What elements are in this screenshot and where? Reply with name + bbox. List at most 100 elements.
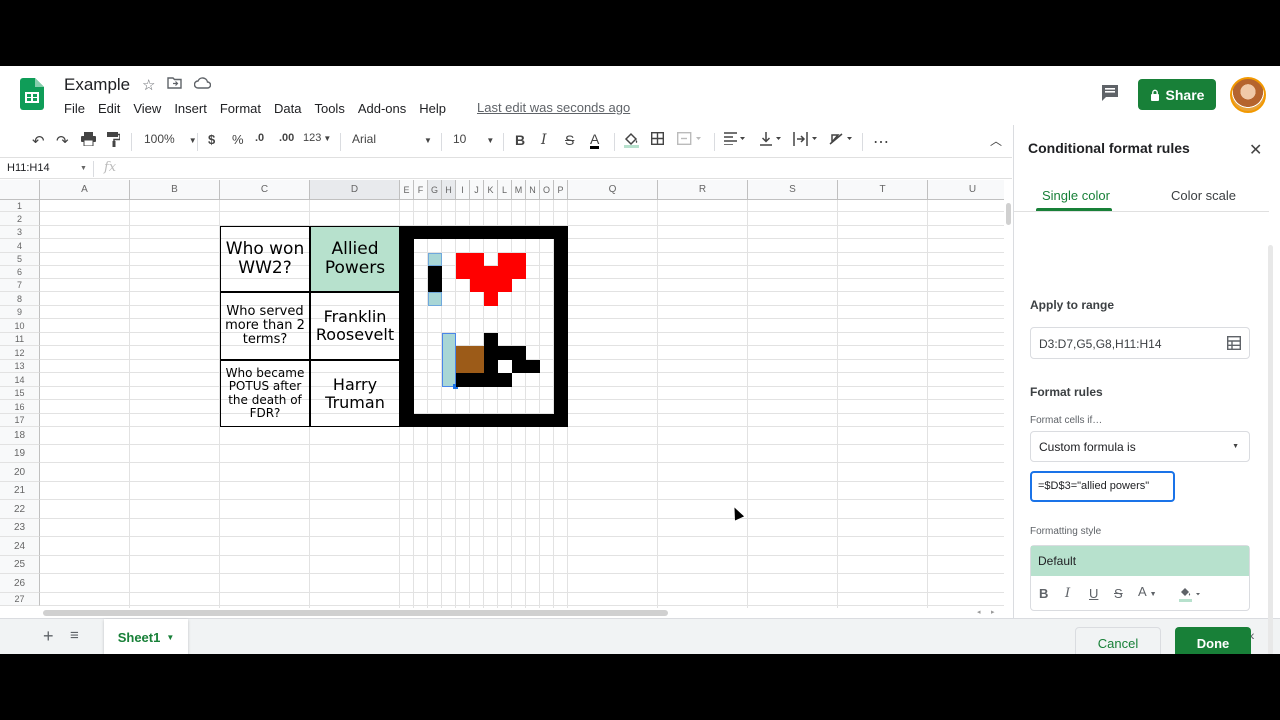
menu-data[interactable]: Data xyxy=(274,100,301,117)
all-sheets-icon[interactable]: ≡ xyxy=(70,627,79,644)
row-header[interactable]: 1 xyxy=(0,200,40,212)
menu-addons[interactable]: Add-ons xyxy=(358,100,406,117)
bold-icon[interactable]: B xyxy=(1039,586,1048,601)
font-family-select[interactable]: Arial ▼ xyxy=(352,132,432,146)
scroll-left-icon[interactable]: ◂ xyxy=(977,608,981,616)
row-header[interactable]: 26 xyxy=(0,574,40,593)
menu-view[interactable]: View xyxy=(133,100,161,117)
scroll-right-icon[interactable]: ▸ xyxy=(991,608,995,616)
column-header[interactable]: G xyxy=(428,180,442,200)
column-header[interactable]: Q xyxy=(568,180,658,200)
select-all-corner[interactable] xyxy=(0,180,40,200)
avatar[interactable] xyxy=(1230,77,1266,113)
row-header[interactable]: 25 xyxy=(0,556,40,574)
tab-single-color[interactable]: Single color xyxy=(1042,188,1110,203)
horizontal-align-icon[interactable] xyxy=(724,132,750,148)
star-icon[interactable]: ☆ xyxy=(142,76,155,94)
text-wrapping-icon[interactable] xyxy=(793,132,821,149)
chevron-down-icon[interactable]: ▼ xyxy=(80,165,87,172)
currency-format-button[interactable]: $ xyxy=(208,132,215,147)
row-header[interactable]: 13 xyxy=(0,360,40,373)
row-header[interactable]: 16 xyxy=(0,400,40,414)
decrease-decimal-button[interactable]: .0 xyxy=(255,132,264,144)
cell-c3[interactable]: Who won WW2? xyxy=(220,226,310,292)
column-header[interactable]: J xyxy=(470,180,484,200)
close-icon[interactable]: ✕ xyxy=(1249,140,1262,160)
cloud-saved-icon[interactable] xyxy=(193,76,212,93)
row-header[interactable]: 10 xyxy=(0,319,40,333)
percent-format-button[interactable]: % xyxy=(232,132,244,147)
collapse-menu-icon[interactable]: ︿ xyxy=(990,132,1002,149)
sheet-tab[interactable]: Sheet1 ▼ xyxy=(104,619,188,654)
cell-d8[interactable]: Franklin Roosevelt xyxy=(310,292,400,360)
menu-edit[interactable]: Edit xyxy=(98,100,120,117)
print-icon[interactable] xyxy=(81,132,96,149)
row-header[interactable]: 14 xyxy=(0,373,40,387)
custom-formula-input[interactable]: =$D$3="allied powers" xyxy=(1030,471,1175,502)
text-rotation-icon[interactable] xyxy=(829,132,857,149)
row-header[interactable]: 6 xyxy=(0,266,40,279)
move-folder-icon[interactable] xyxy=(167,76,182,93)
row-header[interactable]: 22 xyxy=(0,500,40,519)
bold-button[interactable]: B xyxy=(515,132,525,148)
column-header[interactable]: D xyxy=(310,180,400,200)
increase-decimal-button[interactable]: .00 xyxy=(279,132,294,144)
cell-c8[interactable]: Who served more than 2 terms? xyxy=(220,292,310,360)
menu-help[interactable]: Help xyxy=(419,100,446,117)
row-header[interactable]: 4 xyxy=(0,239,40,253)
add-sheet-icon[interactable]: + xyxy=(43,626,54,647)
range-input[interactable]: D3:D7,G5,G8,H11:H14 xyxy=(1030,327,1250,359)
fill-color-icon[interactable] xyxy=(1179,586,1205,602)
text-color-icon[interactable]: A ▼ xyxy=(1138,584,1157,599)
column-header[interactable]: N xyxy=(526,180,540,200)
italic-icon[interactable]: I xyxy=(1065,586,1070,601)
column-header[interactable]: M xyxy=(512,180,526,200)
style-preview[interactable]: Default xyxy=(1031,546,1249,576)
column-header[interactable]: U xyxy=(928,180,1004,200)
merge-cells-icon[interactable] xyxy=(676,131,703,148)
column-header[interactable]: P xyxy=(554,180,568,200)
spreadsheet-grid[interactable]: A B C D E F G H I J K L M N O P Q R S T U 1 2 3 4 5 6 7 8 9 10 11 12 13 14… xyxy=(0,180,1004,608)
cell-d3[interactable]: Allied Powers xyxy=(310,226,400,292)
column-header[interactable]: T xyxy=(838,180,928,200)
column-header[interactable]: A xyxy=(40,180,130,200)
sheets-logo-icon[interactable] xyxy=(20,78,44,110)
condition-select[interactable]: Custom formula is ▼ xyxy=(1030,431,1250,462)
row-header[interactable]: 20 xyxy=(0,463,40,482)
column-header[interactable]: L xyxy=(498,180,512,200)
paint-format-icon[interactable] xyxy=(107,132,121,150)
row-header[interactable]: 12 xyxy=(0,346,40,360)
column-header[interactable]: C xyxy=(220,180,310,200)
row-header[interactable]: 9 xyxy=(0,306,40,319)
row-header[interactable]: 17 xyxy=(0,414,40,427)
column-header[interactable]: I xyxy=(456,180,470,200)
column-header[interactable]: H xyxy=(442,180,456,200)
row-header[interactable]: 15 xyxy=(0,387,40,400)
row-header[interactable]: 11 xyxy=(0,333,40,346)
row-header[interactable]: 8 xyxy=(0,292,40,306)
name-box[interactable]: H11:H14 xyxy=(7,162,50,174)
underline-icon[interactable]: U xyxy=(1089,586,1098,601)
more-formats-select[interactable]: 123 ▼ xyxy=(303,132,331,144)
menu-tools[interactable]: Tools xyxy=(314,100,344,117)
vertical-scrollbar-thumb[interactable] xyxy=(1006,203,1011,225)
borders-icon[interactable] xyxy=(650,131,665,148)
tab-color-scale[interactable]: Color scale xyxy=(1171,188,1236,203)
fill-color-icon[interactable] xyxy=(624,132,639,151)
cancel-button[interactable]: Cancel xyxy=(1075,627,1161,654)
strikethrough-icon[interactable]: S xyxy=(1114,586,1123,601)
more-options-icon[interactable]: ⋯ xyxy=(873,132,889,152)
horizontal-scrollbar-thumb[interactable] xyxy=(43,610,668,616)
row-header[interactable]: 3 xyxy=(0,226,40,239)
row-header[interactable]: 24 xyxy=(0,537,40,556)
zoom-select[interactable]: 100% ▼ xyxy=(144,132,197,146)
column-header[interactable]: B xyxy=(130,180,220,200)
row-header[interactable]: 2 xyxy=(0,212,40,226)
row-header[interactable]: 23 xyxy=(0,519,40,537)
row-header[interactable]: 21 xyxy=(0,482,40,500)
menu-insert[interactable]: Insert xyxy=(174,100,207,117)
vertical-scrollbar[interactable] xyxy=(1004,180,1012,608)
cell-c13[interactable]: Who became POTUS after the death of FDR? xyxy=(220,360,310,427)
row-header[interactable]: 7 xyxy=(0,279,40,292)
done-button[interactable]: Done xyxy=(1175,627,1251,654)
